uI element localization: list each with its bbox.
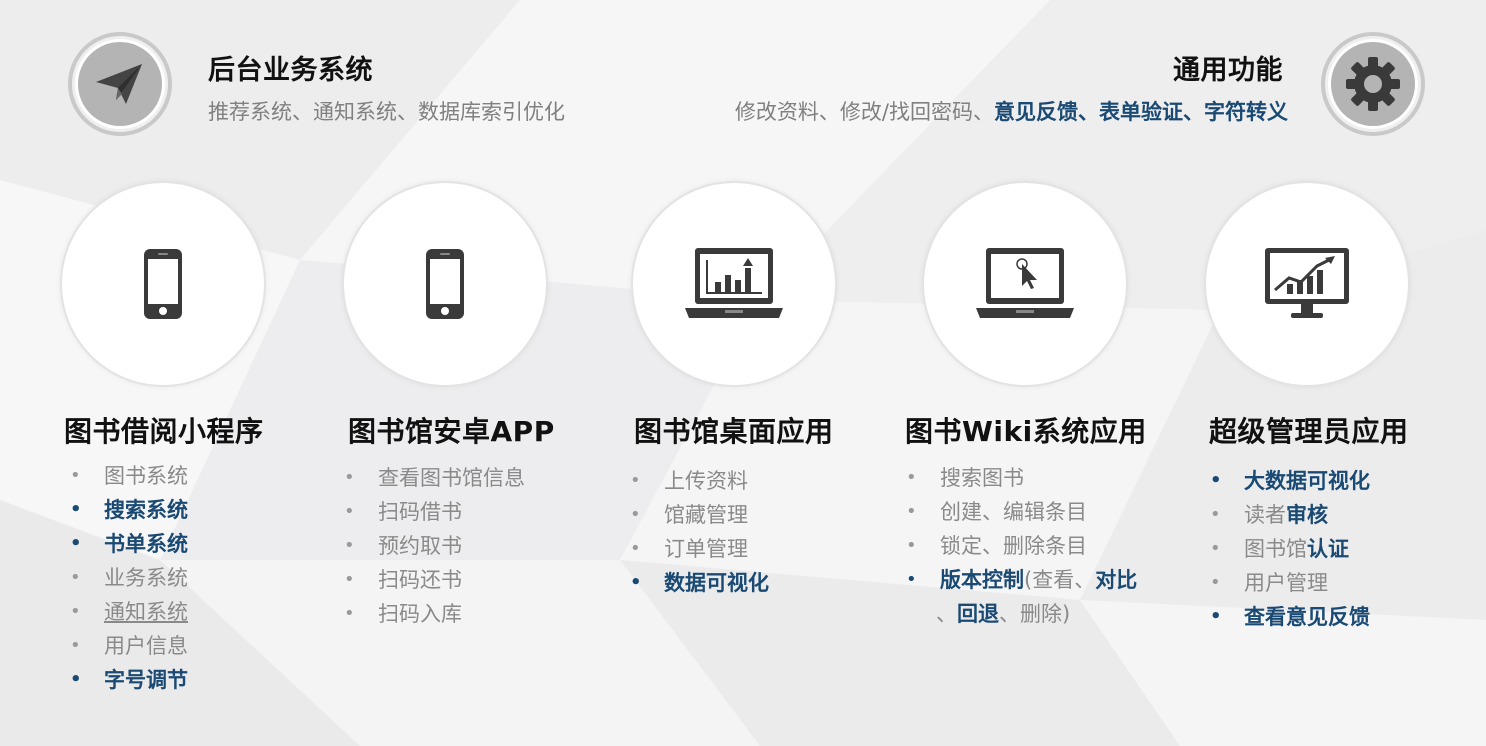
list-item: • 馆藏管理	[630, 503, 748, 527]
wiki-app-circle	[922, 181, 1128, 387]
wiki-app-feature-list: • 搜索图书 • 创建、编辑条目 • 锁定、删除条目 • 版本控制(查看、对比 、回退、…	[900, 461, 1137, 631]
desktop-app-title: 图书馆桌面应用	[634, 415, 834, 448]
list-item: • 字号调节	[70, 668, 188, 692]
list-item: • 创建、编辑条目	[906, 500, 1087, 524]
mini-program-title: 图书借阅小程序	[64, 415, 264, 448]
common-functions-title: 通用功能	[1173, 55, 1283, 86]
list-item: • 业务系统	[70, 566, 188, 590]
desktop-app-circle	[631, 181, 837, 387]
list-item: • 查看意见反馈	[1210, 605, 1370, 629]
list-item: • 扫码还书	[344, 568, 462, 592]
admin-app-title: 超级管理员应用	[1209, 415, 1409, 448]
paper-plane-icon	[78, 42, 162, 126]
laptop-cursor-icon	[976, 248, 1074, 318]
list-item: • 通知系统	[70, 600, 188, 624]
list-item: • 版本控制(查看、对比	[906, 568, 1138, 592]
list-item: • 预约取书	[344, 534, 462, 558]
list-item: • 扫码入库	[344, 602, 462, 626]
list-item: • 用户管理	[1210, 571, 1328, 595]
android-app-feature-list: • 查看图书馆信息 • 扫码借书 • 预约取书 • 扫码还书 • 扫码入库	[338, 461, 525, 631]
list-item: • 图书系统	[70, 464, 188, 488]
list-item: • 大数据可视化	[1210, 469, 1370, 493]
mini-program-feature-list: • 图书系统 • 搜索系统 • 书单系统 • 业务系统 • 通知系统 • 用户信息 • 字号调…	[64, 459, 188, 697]
android-app-title: 图书馆安卓APP	[348, 415, 555, 448]
list-item: • 数据可视化	[630, 571, 769, 595]
list-item: • 用户信息	[70, 634, 188, 658]
laptop-chart-icon	[685, 248, 783, 318]
list-item: • 订单管理	[630, 537, 748, 561]
desktop-app-feature-list: • 上传资料 • 馆藏管理 • 订单管理 • 数据可视化	[624, 464, 769, 600]
list-item: • 搜索系统	[70, 498, 188, 522]
backend-system-subtitle: 推荐系统、通知系统、数据库索引优化	[208, 100, 565, 124]
list-item: • 查看图书馆信息	[344, 466, 525, 490]
common-functions-subtitle: 修改资料、修改/找回密码、意见反馈、表单验证、字符转义	[735, 96, 1288, 126]
list-item: • 扫码借书	[344, 500, 462, 524]
backend-system-title: 后台业务系统	[208, 55, 373, 86]
list-item: • 锁定、删除条目	[906, 534, 1087, 558]
mini-program-circle	[60, 181, 266, 387]
list-item-continuation: 、回退、删除)	[936, 602, 1071, 626]
wiki-app-title: 图书Wiki系统应用	[905, 415, 1147, 448]
list-item: • 图书馆认证	[1210, 537, 1349, 561]
android-app-circle	[342, 181, 548, 387]
list-item: • 上传资料	[630, 469, 748, 493]
list-item: • 读者审核	[1210, 503, 1328, 527]
smartphone-icon	[144, 249, 182, 319]
gear-icon	[1331, 42, 1415, 126]
list-item: • 搜索图书	[906, 466, 1024, 490]
list-item: • 书单系统	[70, 532, 188, 556]
monitor-growth-chart-icon	[1265, 248, 1349, 318]
smartphone-icon	[426, 249, 464, 319]
admin-app-circle	[1204, 181, 1410, 387]
admin-app-feature-list: • 大数据可视化 • 读者审核 • 图书馆认证 • 用户管理 • 查看意见反馈	[1204, 464, 1370, 634]
common-functions-subtitle-highlight: 意见反馈、表单验证、字符转义	[994, 100, 1288, 124]
backend-system-badge	[68, 32, 172, 136]
common-functions-subtitle-plain: 修改资料、修改/找回密码、	[734, 100, 994, 124]
common-functions-badge	[1321, 32, 1425, 136]
